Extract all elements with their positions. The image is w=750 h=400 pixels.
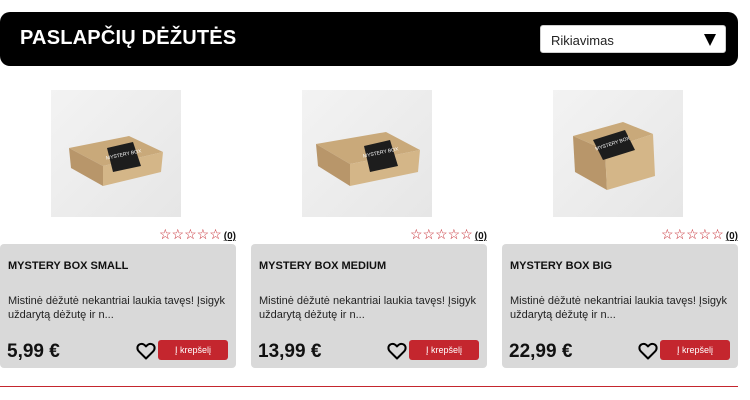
add-to-cart-button[interactable]: Į krepšelį — [660, 340, 730, 360]
add-to-cart-button[interactable]: Į krepšelį — [158, 340, 228, 360]
heart-icon[interactable] — [136, 341, 156, 361]
product-price: 5,99 € — [7, 341, 60, 362]
product-info: MYSTERY BOX SMALL Mistinė dėžutė nekantr… — [0, 244, 236, 368]
product-image[interactable]: MYSTERY BOX — [553, 90, 683, 217]
mystery-box-image: MYSTERY BOX — [316, 132, 420, 186]
add-to-cart-button[interactable]: Į krepšelį — [409, 340, 479, 360]
mystery-box-image: MYSTERY BOX — [69, 136, 163, 186]
product-name[interactable]: MYSTERY BOX MEDIUM — [259, 260, 386, 272]
section-divider — [0, 386, 738, 387]
rating-count[interactable]: (0) — [224, 231, 236, 242]
product-rating[interactable]: ☆☆☆☆☆ (0) — [159, 226, 236, 242]
product-image[interactable]: MYSTERY BOX — [51, 90, 181, 217]
mystery-box-image: MYSTERY BOX — [573, 122, 655, 190]
sort-dropdown-label: Rikiavimas — [551, 33, 614, 48]
star-rating-icon: ☆☆☆☆☆ — [159, 226, 222, 242]
product-info: MYSTERY BOX MEDIUM Mistinė dėžutė nekant… — [251, 244, 487, 368]
heart-icon[interactable] — [638, 341, 658, 361]
product-rating[interactable]: ☆☆☆☆☆ (0) — [661, 226, 738, 242]
rating-count[interactable]: (0) — [726, 231, 738, 242]
page-header: PASLAPČIŲ DĖŽUTĖS Rikiavimas — [0, 12, 738, 66]
star-rating-icon: ☆☆☆☆☆ — [661, 226, 724, 242]
product-description: Mistinė dėžutė nekantriai laukia tavęs! … — [510, 295, 728, 321]
rating-count[interactable]: (0) — [475, 231, 487, 242]
product-price: 13,99 € — [258, 341, 322, 362]
sort-dropdown[interactable]: Rikiavimas — [540, 25, 726, 53]
page-title: PASLAPČIŲ DĖŽUTĖS — [20, 27, 237, 49]
product-description: Mistinė dėžutė nekantriai laukia tavęs! … — [8, 295, 226, 321]
product-card: MYSTERY BOX ☆☆☆☆☆ (0) MYSTERY BOX SMALL M… — [0, 86, 236, 368]
product-name[interactable]: MYSTERY BOX SMALL — [8, 260, 128, 272]
product-card: MYSTERY BOX ☆☆☆☆☆ (0) MYSTERY BOX BIG Mis… — [502, 86, 738, 368]
product-name[interactable]: MYSTERY BOX BIG — [510, 260, 612, 272]
star-rating-icon: ☆☆☆☆☆ — [410, 226, 473, 242]
product-description: Mistinė dėžutė nekantriai laukia tavęs! … — [259, 295, 477, 321]
heart-icon[interactable] — [387, 341, 407, 361]
product-rating[interactable]: ☆☆☆☆☆ (0) — [410, 226, 487, 242]
product-info: MYSTERY BOX BIG Mistinė dėžutė nekantria… — [502, 244, 738, 368]
dropdown-arrow-icon — [704, 34, 716, 46]
product-card: MYSTERY BOX ☆☆☆☆☆ (0) MYSTERY BOX MEDIUM … — [251, 86, 487, 368]
product-price: 22,99 € — [509, 341, 573, 362]
product-image[interactable]: MYSTERY BOX — [302, 90, 432, 217]
